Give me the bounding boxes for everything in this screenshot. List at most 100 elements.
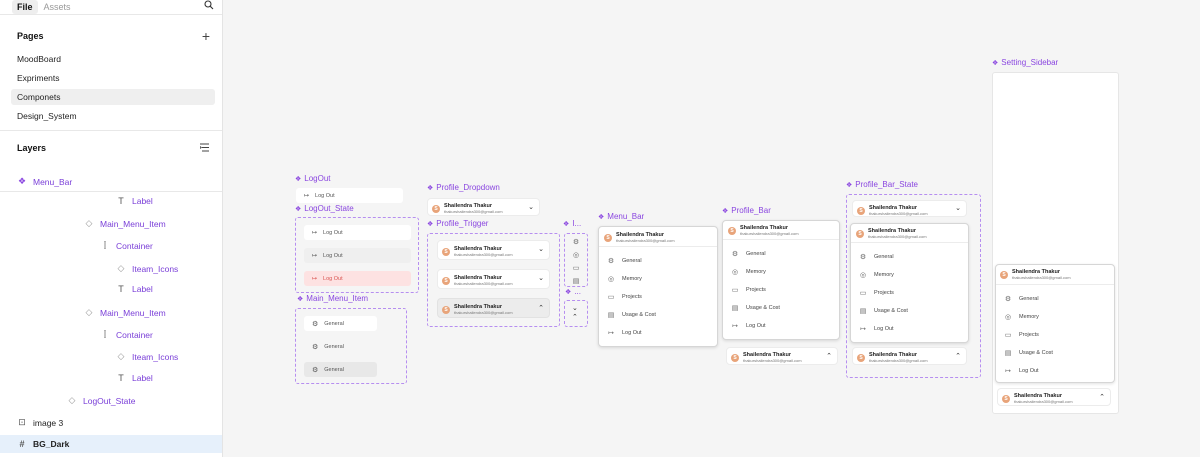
chevron-down-icon: ⌄	[528, 204, 534, 211]
frame-label-chevrons[interactable]: ❖...	[565, 287, 581, 296]
profile-email: thakurshailendra300@gmail.com	[740, 231, 799, 236]
menu-item-memory[interactable]: ◎ Memory	[1004, 313, 1039, 321]
logout-default[interactable]: ↦ Log Out	[304, 225, 411, 240]
avatar: S	[1000, 270, 1008, 279]
panel-tabs: File Assets	[0, 0, 222, 14]
profile-trigger-open[interactable]: S Shailendra Thakur thakurshailendra300@gm…	[437, 298, 550, 318]
frame-label-menu-bar[interactable]: ❖ Menu_Bar	[598, 212, 644, 221]
menu-item-usage[interactable]: ▤ Usage & Cost	[731, 304, 780, 312]
gear-icon: ⚙	[731, 251, 739, 258]
icons-column: ⚙ ◎ ▭ ▤	[571, 236, 581, 288]
frame-label-main-menu-item[interactable]: ❖ Main_Menu_Item	[297, 294, 368, 303]
layer-container[interactable]: ⫿ Container	[100, 240, 153, 251]
profile-bar-state-trigger[interactable]: S Shailendra Thakur thakurshailendra300@gm…	[852, 347, 967, 365]
profile-bar-trigger[interactable]: S Shailendra Thakur thakurshailendra300@gm…	[726, 347, 838, 365]
page-design-system[interactable]: Design_System	[11, 108, 215, 124]
layer-menu-bar[interactable]: ❖ Menu_Bar	[17, 176, 72, 187]
frame-label-logout[interactable]: ❖ LogOut	[295, 174, 331, 183]
menu-item-logout[interactable]: ↦ Log Out	[607, 329, 642, 337]
frame-label-icons[interactable]: ❖ I...	[563, 219, 581, 228]
layer-image-3[interactable]: ⊡ image 3	[17, 417, 63, 428]
layer-label: Iteam_Icons	[132, 351, 179, 362]
profile-email: thakurshailendra300@gmail.com	[454, 252, 513, 257]
frame-label-profile-trigger[interactable]: ❖ Profile_Trigger	[427, 219, 488, 228]
logout-icon: ↦	[312, 276, 318, 282]
frame-label-profile-dropdown[interactable]: ❖ Profile_Dropdown	[427, 183, 500, 192]
tab-assets[interactable]: Assets	[38, 2, 77, 12]
page-expriments[interactable]: Expriments	[11, 70, 215, 86]
menu-item-logout[interactable]: ↦ Log Out	[731, 322, 766, 330]
page-moodboard[interactable]: MoodBoard	[11, 51, 215, 67]
main-menu-item-hover[interactable]: ⚙ General	[304, 339, 377, 354]
layer-main-menu-item[interactable]: ◇ Main_Menu_Item	[84, 218, 166, 229]
layer-bg-dark[interactable]: # BG_Dark	[17, 439, 69, 449]
profile-email: thakurshailendra300@gmail.com	[454, 281, 513, 286]
menu-item-usage[interactable]: ▤ Usage & Cost	[859, 307, 908, 315]
layer-iteam-icons[interactable]: ◇ Iteam_Icons	[116, 351, 179, 362]
card-icon: ▤	[1004, 350, 1012, 357]
menu-item-label: General	[874, 254, 894, 260]
add-page-icon[interactable]: +	[202, 29, 210, 43]
logout-danger[interactable]: ↦ Log Out	[304, 271, 411, 286]
avatar: S	[1002, 394, 1010, 403]
profile-email: thakurshailendra300@gmail.com	[869, 211, 928, 216]
component-icon: ❖	[598, 213, 605, 221]
profile-bar-menu[interactable]: S Shailendra Thakur thakurshailendra300@gm…	[722, 220, 840, 340]
logout-component[interactable]: ↦ Log Out	[296, 188, 403, 203]
profile-email: thakurshailendra300@gmail.com	[616, 238, 675, 243]
main-menu-item-default[interactable]: ⚙ General	[304, 316, 377, 331]
menu-item-usage[interactable]: ▤ Usage & Cost	[1004, 349, 1053, 357]
menu-bar[interactable]: S Shailendra Thakur thakurshailendra300@gm…	[598, 226, 718, 347]
text-icon: T	[118, 196, 124, 206]
menu-item-label: Log Out	[1019, 368, 1039, 374]
layer-container[interactable]: ⫿ Container	[100, 329, 153, 340]
frame-label-profile-bar[interactable]: ❖ Profile_Bar	[722, 206, 771, 215]
frame-label-profile-bar-state[interactable]: ❖ Profile_Bar_State	[846, 180, 918, 189]
design-canvas[interactable]: ❖ LogOut ↦ Log Out ❖ LogOut_State ↦ Log Out …	[224, 0, 1200, 457]
profile-trigger-default[interactable]: S Shailendra Thakur thakurshailendra300@gm…	[437, 240, 550, 260]
gear-icon: ⚙	[1004, 296, 1012, 303]
menu-item-general[interactable]: ⚙ General	[1004, 295, 1039, 303]
main-menu-item-active[interactable]: ⚙ General	[304, 362, 377, 377]
layer-label[interactable]: T Label	[116, 196, 153, 206]
profile-bar-state-closed[interactable]: S Shailendra Thakur thakurshailendra300@gm…	[852, 200, 967, 217]
layer-logout-state[interactable]: ◇ LogOut_State	[67, 395, 136, 406]
frame-label-setting-sidebar[interactable]: ❖ Setting_Sidebar	[992, 58, 1058, 67]
frame-label-text: Profile_Dropdown	[436, 183, 500, 192]
menu-item-usage[interactable]: ▤ Usage & Cost	[607, 311, 656, 319]
avatar: S	[432, 204, 440, 213]
logout-hover[interactable]: ↦ Log Out	[304, 248, 411, 263]
tab-file[interactable]: File	[12, 0, 38, 14]
layer-label[interactable]: T Label	[116, 373, 153, 383]
search-icon[interactable]	[204, 0, 214, 12]
menu-item-projects[interactable]: ▭ Projects	[607, 293, 642, 301]
menu-item-memory[interactable]: ◎ Memory	[859, 271, 894, 279]
profile-dropdown[interactable]: S Shailendra Thakur thakurshailendra300@gm…	[427, 198, 540, 216]
menu-item-projects[interactable]: ▭ Projects	[1004, 331, 1039, 339]
profile-email: thakurshailendra300@gmail.com	[743, 358, 802, 363]
page-componets[interactable]: Componets	[11, 89, 215, 105]
layers-header: Layers	[0, 137, 222, 159]
setting-sidebar-menu[interactable]: S Shailendra Thakur thakurshailendra300@gm…	[995, 264, 1115, 383]
menu-item-projects[interactable]: ▭ Projects	[859, 289, 894, 297]
menu-item-projects[interactable]: ▭ Projects	[731, 286, 766, 294]
menu-item-general[interactable]: ⚙ General	[859, 253, 894, 261]
layer-label[interactable]: T Label	[116, 284, 153, 294]
frame-label-logout-state[interactable]: ❖ LogOut_State	[295, 204, 354, 213]
menu-item-memory[interactable]: ◎ Memory	[607, 275, 642, 283]
menu-item-logout[interactable]: ↦ Log Out	[1004, 367, 1039, 375]
menu-item-general[interactable]: ⚙ General	[607, 257, 642, 265]
profile-trigger-hover[interactable]: S Shailendra Thakur thakurshailendra300@gm…	[437, 269, 550, 289]
layer-iteam-icons[interactable]: ◇ Iteam_Icons	[116, 263, 179, 274]
setting-sidebar-trigger[interactable]: S Shailendra Thakur thakurshailendra300@gm…	[997, 388, 1111, 406]
profile-email: thakurshailendra300@gmail.com	[444, 209, 503, 214]
menu-item-memory[interactable]: ◎ Memory	[731, 268, 766, 276]
menu-item-general[interactable]: ⚙ General	[731, 250, 766, 258]
layer-main-menu-item[interactable]: ◇ Main_Menu_Item	[84, 307, 166, 318]
menu-item-logout[interactable]: ↦ Log Out	[859, 325, 894, 333]
collapse-layers-icon[interactable]	[199, 143, 210, 154]
logout-label: Log Out	[323, 229, 343, 236]
profile-bar-state-open[interactable]: S Shailendra Thakur thakurshailendra300@gm…	[850, 223, 969, 343]
avatar: S	[731, 353, 739, 362]
chevron-up-icon: ⌃	[826, 353, 832, 360]
